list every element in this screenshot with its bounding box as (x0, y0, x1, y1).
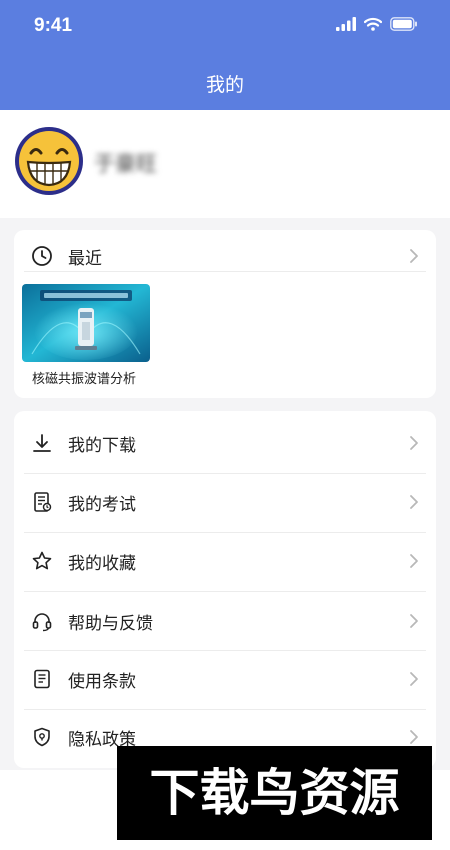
menu-item-terms[interactable]: 使用条款 (24, 659, 426, 699)
status-time: 9:41 (34, 15, 73, 36)
chevron-right-icon (410, 495, 418, 509)
chevron-right-icon (410, 554, 418, 568)
recent-header-row[interactable]: 最近 (24, 238, 426, 274)
avatar[interactable] (14, 126, 84, 196)
watermark: 下载鸟资源 (117, 746, 432, 840)
menu-item-label: 我的收藏 (68, 553, 136, 574)
recent-card: 最近 核磁共振波谱分析 (14, 230, 436, 398)
menu-item-label: 我的考试 (68, 494, 136, 515)
menu-item-label: 我的下载 (68, 435, 136, 456)
recent-item-caption: 核磁共振波谱分析 (32, 372, 137, 387)
app-screen: 9:41 我的 于豪旺 最近 核磁共振波谱分析 我的下载 我的考试 我的收藏 帮… (0, 0, 450, 850)
divider (24, 650, 426, 651)
chevron-right-icon (410, 730, 418, 744)
chevron-right-icon (410, 672, 418, 686)
status-icons (336, 17, 418, 31)
wifi-icon (364, 17, 382, 31)
battery-icon (390, 17, 417, 31)
chevron-right-icon (410, 614, 418, 628)
signal-icon (336, 17, 356, 31)
menu-item-label: 帮助与反馈 (68, 613, 153, 634)
menu-item-label: 使用条款 (68, 671, 136, 692)
clock-icon (30, 244, 54, 268)
headset-icon (30, 609, 54, 633)
recent-title: 最近 (68, 248, 102, 269)
divider (24, 709, 426, 710)
menu-item-favorites[interactable]: 我的收藏 (24, 541, 426, 581)
menu-item-exams[interactable]: 我的考试 (24, 482, 426, 522)
shield-icon (30, 725, 54, 749)
menu-item-help-feedback[interactable]: 帮助与反馈 (24, 601, 426, 641)
profile-section[interactable]: 于豪旺 (0, 110, 450, 218)
header: 9:41 我的 (0, 0, 450, 110)
username: 于豪旺 (94, 152, 157, 176)
download-icon (30, 431, 54, 455)
divider (24, 532, 426, 533)
menu-item-downloads[interactable]: 我的下载 (24, 423, 426, 463)
recent-item-thumbnail[interactable] (22, 284, 150, 362)
divider (24, 271, 426, 272)
status-bar: 9:41 (0, 0, 450, 54)
divider (24, 591, 426, 592)
watermark-text: 下载鸟资源 (150, 764, 400, 822)
divider (24, 473, 426, 474)
menu-card: 我的下载 我的考试 我的收藏 帮助与反馈 使用条款 隐私政策 (14, 411, 436, 768)
star-icon (30, 549, 54, 573)
chevron-right-icon (410, 249, 418, 263)
page-title: 我的 (205, 74, 244, 96)
chevron-right-icon (410, 436, 418, 450)
document-icon (30, 667, 54, 691)
exam-icon (30, 490, 54, 514)
